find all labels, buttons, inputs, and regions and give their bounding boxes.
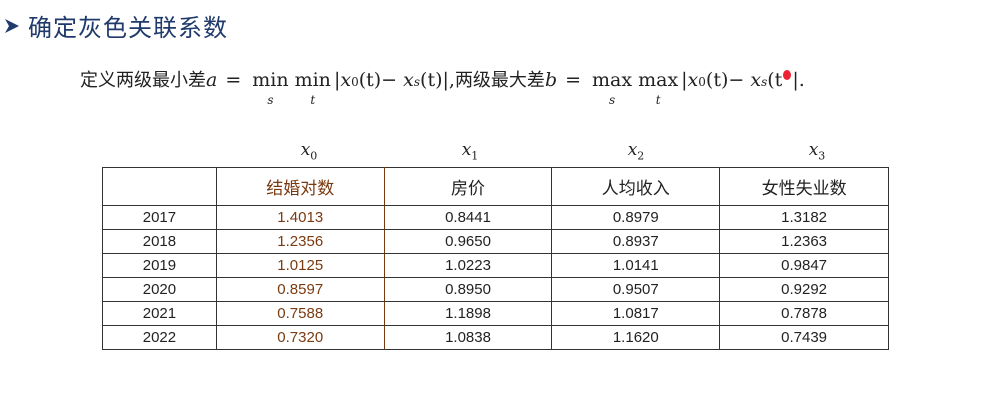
cell-x2: 1.0817 — [551, 301, 721, 326]
cell-x1: 1.0223 — [383, 253, 553, 278]
formula-tparen-a: (t) — [358, 69, 382, 91]
cell-x3: 1.3182 — [719, 205, 889, 230]
cell-x3: 1.2363 — [719, 229, 889, 254]
cell-x3: 0.7878 — [719, 301, 889, 326]
header-female-unemployment: 女性失业数 — [719, 167, 889, 206]
cell-x3: 0.9292 — [719, 277, 889, 302]
cell-x0: 1.0125 — [215, 253, 385, 278]
formula-max-t-under: t — [655, 93, 661, 107]
cell-x2: 1.0141 — [551, 253, 721, 278]
formula-a: a — [206, 69, 218, 91]
formula-min-t-under: t — [310, 93, 316, 107]
cell-x3: 0.9847 — [719, 253, 889, 278]
formula-max-s-under: s — [608, 93, 616, 107]
table-row: 2017 1.4013 0.8441 0.8979 1.3182 — [102, 205, 889, 230]
formula-define-b: 两级最大差 — [454, 70, 545, 91]
table-header-row: 结婚对数 房价 人均收入 女性失业数 — [102, 167, 889, 206]
cell-x0: 0.7588 — [215, 301, 385, 326]
formula-max-s: max s — [592, 69, 633, 107]
table-row: 2021 0.7588 1.1898 1.0817 0.7878 — [102, 301, 889, 326]
header-marriages: 结婚对数 — [215, 167, 385, 206]
var-x1: x1 — [461, 140, 479, 163]
cell-year: 2018 — [102, 229, 217, 254]
cell-x2: 0.8937 — [551, 229, 721, 254]
formula-eq-a: = — [225, 69, 242, 91]
table-row: 2019 1.0125 1.0223 1.0141 0.9847 — [102, 253, 889, 278]
formula-tparen2-b: (t — [767, 69, 783, 91]
formula-min-s: min s — [252, 69, 289, 107]
var-x3: x3 — [808, 140, 826, 163]
formula-sub0-b: 0 — [698, 75, 706, 89]
table-row: 2018 1.2356 0.9650 0.8937 1.2363 — [102, 229, 889, 254]
pointer-cursor-icon — [783, 70, 792, 80]
formula-max-s-label: max — [592, 69, 633, 91]
formula-abs-b: |x — [681, 69, 699, 91]
formula-minus-b: − x — [728, 69, 762, 91]
header-year — [102, 167, 217, 206]
formula-min-s-under: s — [267, 93, 274, 107]
formula-max-t-label: max — [638, 69, 679, 91]
cell-year: 2017 — [102, 205, 217, 230]
cell-year: 2020 — [102, 277, 217, 302]
cell-x1: 1.0838 — [383, 325, 553, 350]
formula-sub0-a: 0 — [351, 75, 359, 89]
formula-end: |. — [792, 69, 805, 91]
cell-x3: 0.7439 — [719, 325, 889, 350]
cell-x1: 0.9650 — [383, 229, 553, 254]
heading-text: 确定灰色关联系数 — [28, 14, 228, 42]
cell-x0: 0.7320 — [215, 325, 385, 350]
cell-x0: 0.8597 — [215, 277, 385, 302]
formula: 定义两级最小差 a = min s min t |x 0 (t) − x s (t)|,… — [80, 66, 805, 106]
cell-x2: 0.9507 — [551, 277, 721, 302]
cell-x0: 1.4013 — [215, 205, 385, 230]
cell-year: 2021 — [102, 301, 217, 326]
cell-x2: 0.8979 — [551, 205, 721, 230]
formula-tclose-a: (t)|, — [420, 69, 455, 91]
formula-abs-a: |x — [333, 69, 352, 91]
cell-x2: 1.1620 — [551, 325, 721, 350]
data-table: 结婚对数 房价 人均收入 女性失业数 2017 1.4013 0.8441 0.… — [102, 167, 889, 350]
cell-year: 2022 — [102, 325, 217, 350]
cell-x1: 0.8441 — [383, 205, 553, 230]
table-row: 2022 0.7320 1.0838 1.1620 0.7439 — [102, 325, 889, 350]
header-income: 人均收入 — [551, 167, 721, 206]
formula-min-t-label: min — [294, 69, 331, 91]
var-x0: x0 — [300, 140, 318, 163]
arrow-bullet-icon — [5, 18, 19, 33]
cell-year: 2019 — [102, 253, 217, 278]
variable-labels: x0 x1 x2 x3 — [0, 140, 981, 164]
formula-max-t: max t — [638, 69, 679, 107]
formula-b: b — [544, 69, 558, 91]
cell-x1: 0.8950 — [383, 277, 553, 302]
cell-x0: 1.2356 — [215, 229, 385, 254]
formula-min-t: min t — [294, 69, 331, 107]
section-heading: 确定灰色关联系数 — [4, 8, 228, 43]
formula-tparen-b: (t) — [705, 69, 729, 91]
var-x2: x2 — [627, 140, 645, 163]
formula-define-a: 定义两级最小差 — [80, 70, 206, 91]
formula-eq-b: = — [565, 69, 582, 91]
cell-x1: 1.1898 — [383, 301, 553, 326]
formula-min-s-label: min — [252, 69, 289, 91]
table-row: 2020 0.8597 0.8950 0.9507 0.9292 — [102, 277, 889, 302]
formula-minus-a: − x — [381, 69, 414, 91]
header-house-price: 房价 — [383, 167, 553, 206]
